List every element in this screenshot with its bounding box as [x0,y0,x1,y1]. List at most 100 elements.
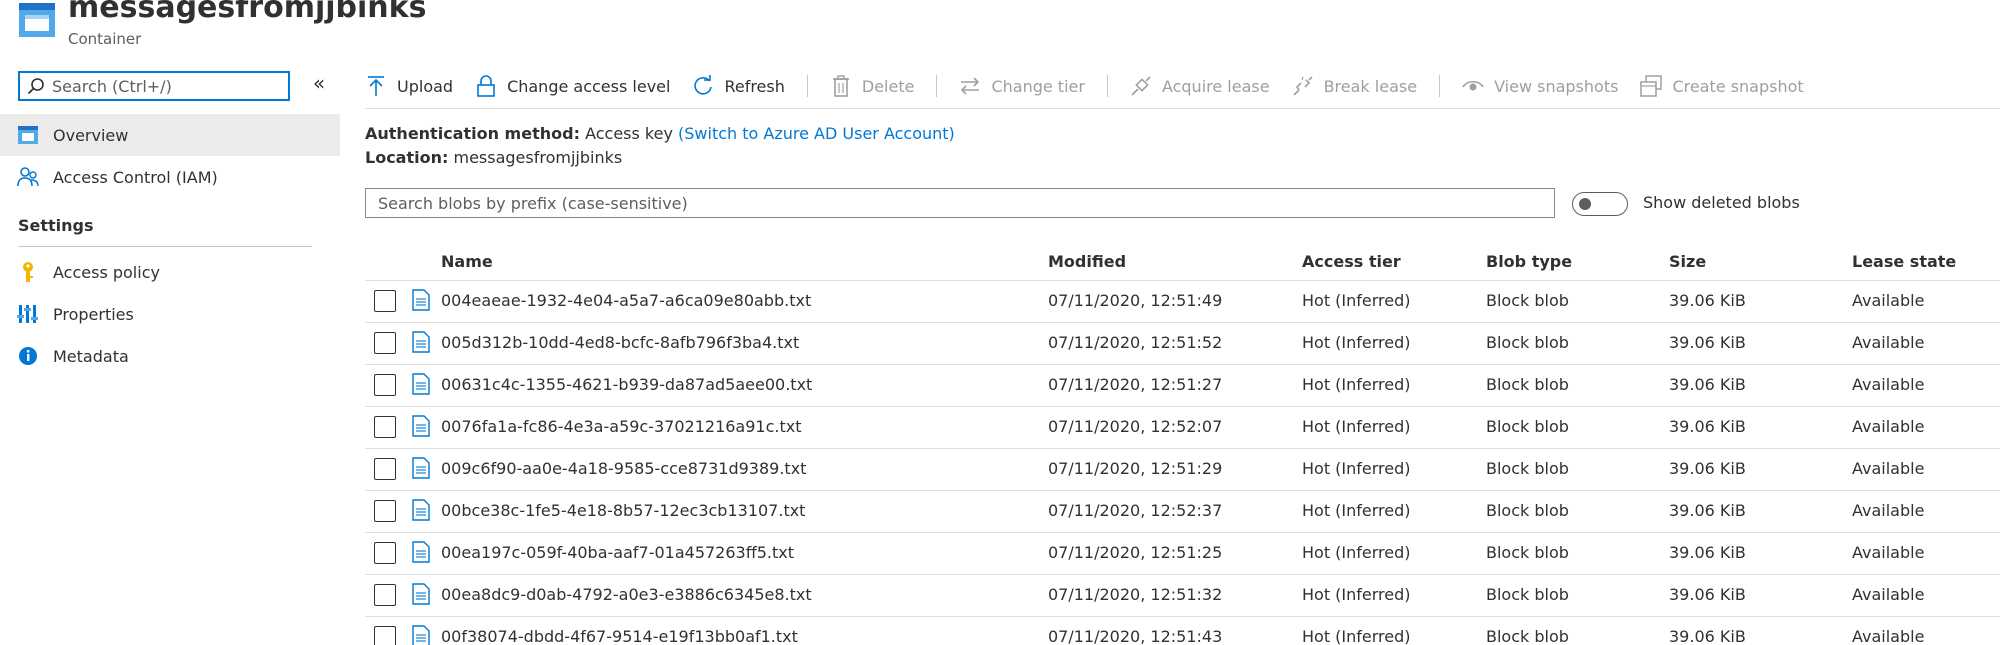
blob-type-cell: Block blob [1486,417,1569,436]
change-access-level-button[interactable]: Change access level [475,75,670,97]
table-row[interactable]: 005d312b-10dd-4ed8-bcfc-8afb796f3ba4.txt… [365,323,2000,365]
column-header-name[interactable]: Name [441,252,493,271]
table-row[interactable]: 00f38074-dbdd-4f67-9514-e19f13bb0af1.txt… [365,617,2000,645]
table-row[interactable]: 009c6f90-aa0e-4a18-9585-cce8731d9389.txt… [365,449,2000,491]
row-checkbox[interactable] [374,542,396,564]
delete-button[interactable]: Delete [830,75,914,97]
table-row[interactable]: 00ea8dc9-d0ab-4792-a0e3-e3886c6345e8.txt… [365,575,2000,617]
row-checkbox[interactable] [374,584,396,606]
nav-item-metadata[interactable]: Metadata [0,335,340,377]
nav-item-properties[interactable]: Properties [0,293,340,335]
blob-name-link[interactable]: 0076fa1a-fc86-4e3a-a59c-37021216a91c.txt [441,417,802,436]
access-tier-cell: Hot (Inferred) [1302,585,1411,604]
file-icon [412,541,430,563]
modified-cell: 07/11/2020, 12:51:43 [1048,627,1223,645]
access-tier-cell: Hot (Inferred) [1302,459,1411,478]
lease-state-cell: Available [1852,417,1925,436]
switch-auth-link[interactable]: (Switch to Azure AD User Account) [678,124,955,143]
blob-name-link[interactable]: 00ea8dc9-d0ab-4792-a0e3-e3886c6345e8.txt [441,585,812,604]
collapse-nav-button[interactable]: « [308,72,330,96]
access-tier-cell: Hot (Inferred) [1302,501,1411,520]
properties-bars-icon [17,305,38,323]
blob-name-link[interactable]: 005d312b-10dd-4ed8-bcfc-8afb796f3ba4.txt [441,333,799,352]
file-icon [412,289,430,311]
size-cell: 39.06 KiB [1669,291,1746,310]
blob-name-link[interactable]: 00631c4c-1355-4621-b939-da87ad5aee00.txt [441,375,812,394]
size-cell: 39.06 KiB [1669,543,1746,562]
size-cell: 39.06 KiB [1669,417,1746,436]
view-snapshots-button[interactable]: View snapshots [1462,75,1618,97]
refresh-label: Refresh [724,76,785,96]
snapshot-icon [1640,75,1663,97]
column-header-blob-type[interactable]: Blob type [1486,252,1572,271]
nav-item-access-policy[interactable]: Access policy [0,251,340,293]
show-deleted-toggle[interactable] [1572,192,1628,216]
blob-type-cell: Block blob [1486,627,1569,645]
modified-cell: 07/11/2020, 12:51:27 [1048,375,1223,394]
file-icon [412,457,430,479]
access-tier-cell: Hot (Inferred) [1302,543,1411,562]
column-header-size[interactable]: Size [1669,252,1706,271]
row-checkbox[interactable] [374,500,396,522]
page-subtitle: Container [68,30,142,48]
blob-search-box[interactable] [365,188,1555,218]
create-snapshot-button[interactable]: Create snapshot [1640,75,1804,97]
row-checkbox[interactable] [374,458,396,480]
search-icon [27,78,44,95]
container-overview-icon [18,126,38,144]
column-header-modified[interactable]: Modified [1048,252,1126,271]
table-row[interactable]: 004eaeae-1932-4e04-a5a7-a6ca09e80abb.txt… [365,281,2000,323]
view-snapshots-label: View snapshots [1494,76,1619,96]
toggle-knob [1579,198,1591,210]
settings-divider [18,246,312,247]
azure-container-page: messagesfromjjbinks Container « Overview [0,0,2000,645]
lease-state-cell: Available [1852,543,1925,562]
nav-search-box[interactable] [18,71,290,101]
toolbar-separator [806,75,808,97]
table-row[interactable]: 00ea197c-059f-40ba-aaf7-01a457263ff5.txt… [365,533,2000,575]
row-checkbox[interactable] [374,332,396,354]
toolbar-separator [1106,75,1108,97]
refresh-icon [694,75,713,95]
row-checkbox[interactable] [374,374,396,396]
access-tier-cell: Hot (Inferred) [1302,627,1411,645]
upload-button[interactable]: Upload [365,75,453,97]
modified-cell: 07/11/2020, 12:51:25 [1048,543,1223,562]
column-header-lease-state[interactable]: Lease state [1852,252,1956,271]
blob-name-link[interactable]: 00bce38c-1fe5-4e18-8b57-12ec3cb13107.txt [441,501,805,520]
blob-name-link[interactable]: 009c6f90-aa0e-4a18-9585-cce8731d9389.txt [441,459,806,478]
modified-cell: 07/11/2020, 12:52:07 [1048,417,1223,436]
auth-method-line: Authentication method: Access key (Switc… [365,124,955,143]
blob-table: Name Modified Access tier Blob type Size… [365,244,2000,645]
upload-icon [368,76,384,96]
lease-state-cell: Available [1852,501,1925,520]
table-row[interactable]: 00631c4c-1355-4621-b939-da87ad5aee00.txt… [365,365,2000,407]
left-nav: « Overview Access Control (IAM) Settings [0,66,340,645]
row-checkbox[interactable] [374,290,396,312]
refresh-button[interactable]: Refresh [692,75,785,97]
size-cell: 39.06 KiB [1669,627,1746,645]
blob-name-link[interactable]: 00f38074-dbdd-4f67-9514-e19f13bb0af1.txt [441,627,798,645]
size-cell: 39.06 KiB [1669,459,1746,478]
blob-search-input[interactable] [376,192,1540,214]
table-row[interactable]: 0076fa1a-fc86-4e3a-a59c-37021216a91c.txt… [365,407,2000,449]
modified-cell: 07/11/2020, 12:52:37 [1048,501,1223,520]
blob-name-link[interactable]: 004eaeae-1932-4e04-a5a7-a6ca09e80abb.txt [441,291,811,310]
change-tier-button[interactable]: Change tier [959,75,1085,97]
blob-name-link[interactable]: 00ea197c-059f-40ba-aaf7-01a457263ff5.txt [441,543,794,562]
acquire-lease-button[interactable]: Acquire lease [1130,75,1270,97]
file-icon [412,415,430,437]
nav-item-label: Overview [53,125,129,145]
nav-item-overview[interactable]: Overview [0,114,340,156]
row-checkbox[interactable] [374,416,396,438]
row-checkbox[interactable] [374,626,396,645]
nav-search-input[interactable] [50,75,274,97]
auth-method-label: Authentication method: [365,124,580,143]
modified-cell: 07/11/2020, 12:51:49 [1048,291,1223,310]
blob-type-cell: Block blob [1486,375,1569,394]
table-row[interactable]: 00bce38c-1fe5-4e18-8b57-12ec3cb13107.txt… [365,491,2000,533]
info-icon [19,347,37,365]
nav-item-access-control[interactable]: Access Control (IAM) [0,156,340,198]
break-lease-button[interactable]: Break lease [1292,75,1417,97]
column-header-access-tier[interactable]: Access tier [1302,252,1401,271]
